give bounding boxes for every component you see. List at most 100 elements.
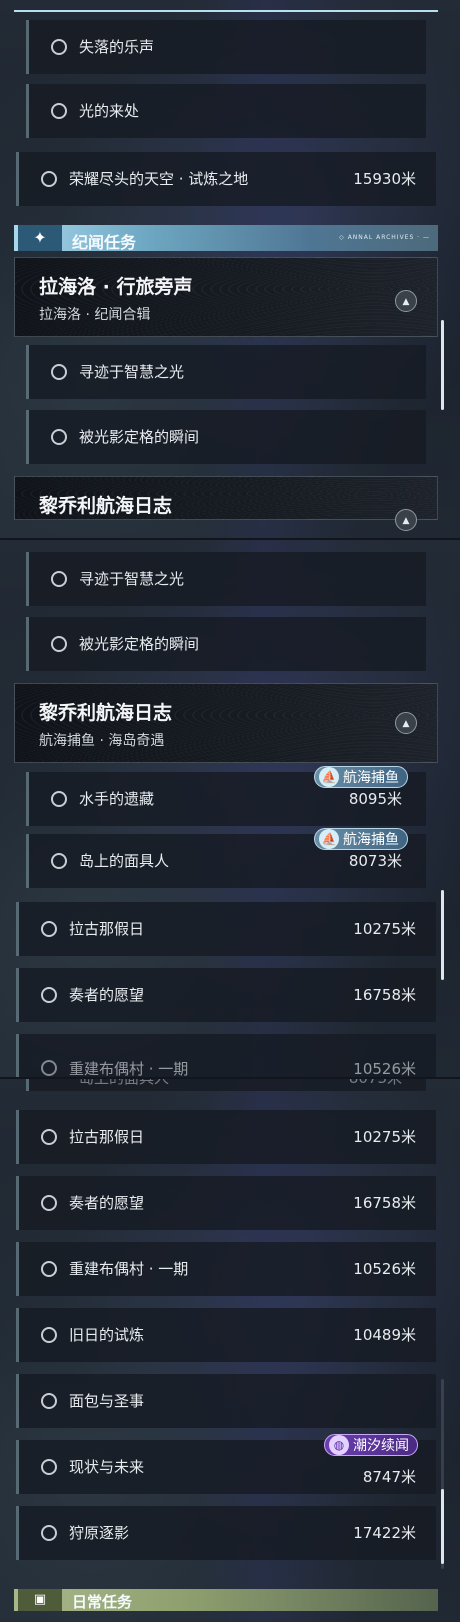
quest-item[interactable]: 奏者的愿望 16758米 [16,968,436,1022]
quest-list-panel-2: 寻迹于智慧之光 被光影定格的瞬间 黎乔利航海日志 航海捕鱼 · 海岛奇遇 ▲ 水… [0,538,460,1079]
quest-item[interactable]: 旧日的试炼 10489米 [16,1308,436,1362]
tide-swirl-icon: ◍ [329,1435,349,1455]
quest-item[interactable]: 重建布偶村 · 一期 10526米 [16,1242,436,1296]
quest-item[interactable]: 面包与圣事 [16,1374,436,1428]
sparkle-icon: ✦ [18,225,62,251]
radio-circle-icon [51,571,67,587]
quest-distance: 16758米 [353,986,416,1004]
quest-name: 现状与未来 [69,1458,145,1476]
scrollbar[interactable] [441,1379,444,1569]
section-title: 纪闻任务 [72,233,137,252]
quest-group-header[interactable]: 黎乔利航海日志 航海捕鱼 · 海岛奇遇 ▲ [14,683,438,763]
quest-item[interactable]: 重建布偶村 · 一期 10526米 [16,1034,436,1079]
quest-item[interactable]: 被光影定格的瞬间 [26,410,426,464]
quest-name: 旧日的试炼 [69,1326,145,1344]
quest-item[interactable]: 拉古那假日 10275米 [16,902,436,956]
quest-item[interactable]: 岛上的面具人 ⛵ 航海捕鱼 8073米 [26,828,426,888]
group-subtitle: 航海捕鱼 · 海岛奇遇 [39,733,165,749]
scrollbar[interactable] [441,320,444,410]
quest-distance: 16758米 [353,1194,416,1212]
quest-name: 寻迹于智慧之光 [79,570,185,588]
quest-item[interactable]: 奏者的愿望 16758米 [16,1176,436,1230]
radio-circle-icon [41,1060,57,1076]
chevron-up-icon[interactable]: ▲ [395,290,417,312]
quest-distance: 10275米 [353,920,416,938]
quest-name: 荣耀尽头的天空 · 试炼之地 [69,170,249,188]
quest-name: 岛上的面具人 [79,1077,170,1087]
quest-distance: 10526米 [353,1060,416,1078]
radio-circle-icon [51,103,67,119]
quest-item[interactable]: 寻迹于智慧之光 [26,345,426,399]
quest-name: 岛上的面具人 [79,852,170,870]
radio-circle-icon [51,853,67,869]
quest-distance: 8095米 [348,790,402,808]
radio-circle-icon [51,791,67,807]
scrollbar-thumb[interactable] [441,320,444,410]
daily-calendar-icon: ▣ [18,1589,62,1611]
chevron-up-icon[interactable]: ▲ [395,509,417,531]
quest-name: 水手的遗藏 [79,790,155,808]
quest-name: 奏者的愿望 [69,1194,145,1212]
section-title: 日常任务 [72,1593,133,1611]
quest-list-panel-1: 失落的乐声 光的来处 荣耀尽头的天空 · 试炼之地 15930米 ✦ 纪闻任务 … [0,0,460,538]
scrollbar-thumb[interactable] [441,1489,444,1564]
quest-item[interactable]: 被光影定格的瞬间 [26,617,426,671]
quest-name: 光的来处 [79,102,140,120]
quest-name: 拉古那假日 [69,1128,145,1146]
radio-circle-icon [51,364,67,380]
group-title: 黎乔利航海日志 [39,702,173,724]
quest-name: 被光影定格的瞬间 [79,635,200,653]
radio-circle-icon [41,987,57,1003]
quest-distance: 10275米 [353,1128,416,1146]
radio-circle-icon [41,1195,57,1211]
quest-distance: 8747米 [362,1468,416,1486]
radio-circle-icon [41,1459,57,1475]
section-header-annals[interactable]: ✦ 纪闻任务 ◇ ANNAL ARCHIVES · — [14,225,438,252]
quest-group-header[interactable]: 黎乔利航海日志 ▲ [14,476,438,531]
sailing-wave-icon: ⛵ [319,767,339,787]
quest-distance: 8073米 [348,852,402,870]
quest-item[interactable]: 现状与未来 ◍ 潮汐续闻 8747米 [16,1434,436,1494]
quest-item[interactable]: 失落的乐声 [26,20,426,74]
radio-circle-icon [41,1525,57,1541]
radio-circle-icon [51,429,67,445]
quest-item[interactable]: 光的来处 [26,84,426,138]
quest-name: 失落的乐声 [79,38,155,56]
section-decor-text: ◇ ANNAL ARCHIVES · — [339,234,430,241]
radio-circle-icon [51,636,67,652]
group-subtitle: 拉海洛 · 纪闻合辑 [39,307,151,323]
quest-item[interactable]: 拉古那假日 10275米 [16,1110,436,1164]
quest-distance: 8073米 [348,1077,402,1087]
group-title: 黎乔利航海日志 [39,495,173,517]
radio-circle-icon [41,1129,57,1145]
quest-name: 重建布偶村 · 一期 [69,1060,189,1078]
quest-item[interactable]: 荣耀尽头的天空 · 试炼之地 15930米 [16,152,436,206]
quest-item[interactable]: 水手的遗藏 ⛵ 航海捕鱼 8095米 [26,766,426,826]
radio-circle-icon [41,171,57,187]
radio-circle-icon [41,1393,57,1409]
quest-name: 拉古那假日 [69,920,145,938]
quest-name: 被光影定格的瞬间 [79,428,200,446]
quest-item[interactable]: 寻迹于智慧之光 [26,552,426,606]
radio-circle-icon [41,1261,57,1277]
quest-item[interactable]: 岛上的面具人 8073米 [26,1077,426,1091]
tag-label: 航海捕鱼 [343,770,399,786]
section-header-daily[interactable]: ▣ 日常任务 [14,1589,438,1611]
quest-name: 狩原逐影 [69,1524,130,1542]
tag-label: 潮汐续闻 [353,1438,409,1454]
quest-name: 面包与圣事 [69,1392,145,1410]
group-title: 拉海洛 · 行旅旁声 [39,276,193,298]
quest-name: 重建布偶村 · 一期 [69,1260,189,1278]
event-tag: ⛵ 航海捕鱼 [314,828,408,850]
quest-name: 奏者的愿望 [69,986,145,1004]
tag-label: 航海捕鱼 [343,832,399,848]
quest-list-panel-3: 岛上的面具人 8073米 拉古那假日 10275米 奏者的愿望 16758米 重… [0,1077,460,1622]
scrollbar[interactable] [441,890,444,980]
quest-distance: 15930米 [353,170,416,188]
chevron-up-icon[interactable]: ▲ [395,712,417,734]
scrollbar-thumb[interactable] [441,890,444,980]
quest-item[interactable]: 狩原逐影 17422米 [16,1506,436,1560]
quest-distance: 17422米 [353,1524,416,1542]
quest-name: 寻迹于智慧之光 [79,363,185,381]
quest-group-header[interactable]: 拉海洛 · 行旅旁声 拉海洛 · 纪闻合辑 ▲ [14,257,438,337]
